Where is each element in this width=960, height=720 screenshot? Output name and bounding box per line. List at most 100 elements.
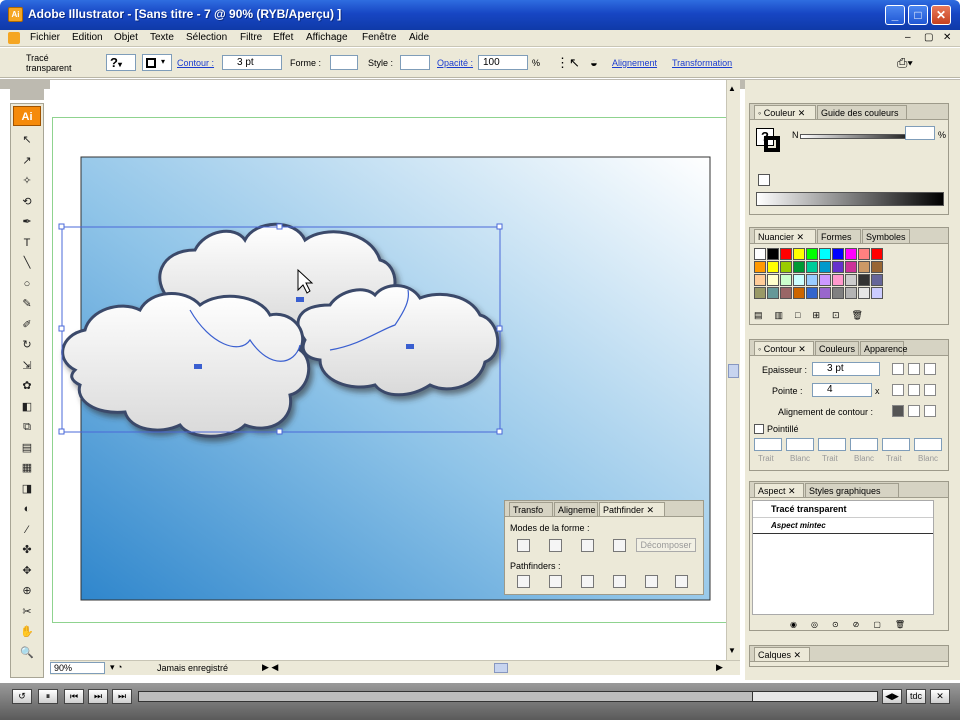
pointille-checkbox[interactable] xyxy=(754,424,764,434)
tab-nuancier[interactable]: Nuancier ✕ xyxy=(754,229,816,243)
next-button[interactable]: ⏭ xyxy=(88,689,108,704)
aspect-footer-icons[interactable]: ◉◎⊙⊘▢🗑 xyxy=(790,620,940,630)
warp-tool-icon[interactable]: ✿ xyxy=(20,379,34,393)
direct-selection-tool-icon[interactable]: ↗ xyxy=(20,154,34,168)
tab-alignement[interactable]: Aligneme xyxy=(554,502,598,516)
swatch[interactable] xyxy=(754,274,766,286)
close-button[interactable]: ✕ xyxy=(931,5,951,25)
dash-input[interactable] xyxy=(882,438,910,451)
minus-back-button[interactable] xyxy=(675,575,688,588)
tab-formes[interactable]: Formes xyxy=(817,229,861,243)
swatch[interactable] xyxy=(871,248,883,260)
tab-pathfinder[interactable]: Pathfinder ✕ xyxy=(599,502,665,516)
align-center-button[interactable] xyxy=(892,405,904,417)
ellipse-tool-icon[interactable]: ○ xyxy=(20,277,34,291)
paintbrush-tool-icon[interactable]: ✎ xyxy=(20,297,34,311)
swatch[interactable] xyxy=(780,261,792,273)
line-tool-icon[interactable]: ╲ xyxy=(20,256,34,270)
swatch[interactable] xyxy=(845,274,857,286)
swatch[interactable] xyxy=(806,274,818,286)
cap-square-button[interactable] xyxy=(924,363,936,375)
swatch[interactable] xyxy=(871,274,883,286)
panel-menu-icon[interactable]: ⎙▾ xyxy=(897,55,913,71)
tab-styles-graphiques[interactable]: Styles graphiques xyxy=(805,483,899,497)
magic-wand-tool-icon[interactable]: ✧ xyxy=(20,174,34,188)
swatch[interactable] xyxy=(819,261,831,273)
status-menu-icon[interactable]: ▶ ◀ xyxy=(262,662,278,673)
dash-input[interactable] xyxy=(818,438,846,451)
scroll-up-icon[interactable]: ▲ xyxy=(728,84,736,93)
swatch[interactable] xyxy=(754,261,766,273)
vertical-scroll-thumb[interactable] xyxy=(728,364,739,378)
swatch[interactable] xyxy=(845,261,857,273)
align-outside-button[interactable] xyxy=(924,405,936,417)
doc-restore-button[interactable]: ▢ xyxy=(924,32,933,43)
swatch[interactable] xyxy=(793,248,805,260)
align-inside-button[interactable] xyxy=(908,405,920,417)
blend-tool-icon[interactable]: ◐ xyxy=(20,502,34,516)
maximize-button[interactable]: □ xyxy=(908,5,928,25)
epaisseur-input[interactable]: 3 pt xyxy=(812,362,880,376)
merge-button[interactable] xyxy=(581,575,594,588)
crop-tool-icon[interactable]: ✥ xyxy=(20,564,34,578)
trim-button[interactable] xyxy=(549,575,562,588)
swatch[interactable] xyxy=(832,248,844,260)
swatch[interactable] xyxy=(832,274,844,286)
swatch[interactable] xyxy=(858,261,870,273)
swatch[interactable] xyxy=(858,248,870,260)
swatch[interactable] xyxy=(858,287,870,299)
swatch[interactable] xyxy=(767,274,779,286)
swatch[interactable] xyxy=(819,248,831,260)
pointe-input[interactable]: 4 xyxy=(812,383,872,397)
swatch[interactable] xyxy=(806,261,818,273)
tab-apparence[interactable]: Apparence xyxy=(860,341,908,355)
hand-tool-icon[interactable]: ✋ xyxy=(20,625,34,639)
end-button[interactable]: ⏭ xyxy=(112,689,132,704)
tab-couleur[interactable]: ◦ Couleur ✕ xyxy=(754,105,816,119)
swatch[interactable] xyxy=(819,287,831,299)
swatch[interactable] xyxy=(832,287,844,299)
tab-contour[interactable]: ◦ Contour ✕ xyxy=(754,341,814,355)
exclude-shape-button[interactable] xyxy=(613,539,626,552)
crop-button[interactable] xyxy=(613,575,626,588)
rotate-tool-icon[interactable]: ↻ xyxy=(20,338,34,352)
horizontal-scroll-thumb[interactable] xyxy=(494,663,508,673)
swatch[interactable] xyxy=(767,248,779,260)
pen-tool-icon[interactable]: ✒ xyxy=(20,215,34,229)
swatch[interactable] xyxy=(793,274,805,286)
scroll-right-icon[interactable]: ▶ xyxy=(716,662,723,673)
color-ramp[interactable] xyxy=(756,192,944,206)
minimize-button[interactable]: _ xyxy=(885,5,905,25)
nuancier-footer-icons[interactable]: ▤▥□⊞⊡🗑 xyxy=(754,310,944,322)
add-shape-button[interactable] xyxy=(517,539,530,552)
swatch[interactable] xyxy=(780,287,792,299)
live-paint-tool-icon[interactable]: ⁄ xyxy=(20,523,34,537)
swatch[interactable] xyxy=(767,287,779,299)
tab-calques[interactable]: Calques ✕ xyxy=(754,647,810,661)
mesh-tool-icon[interactable]: ▤ xyxy=(20,441,34,455)
swatch[interactable] xyxy=(780,248,792,260)
scissors-tool-icon[interactable]: ✂ xyxy=(20,605,34,619)
lasso-tool-icon[interactable]: ⟲ xyxy=(20,195,34,209)
pause-button[interactable]: ⏸ xyxy=(38,689,58,704)
swatch[interactable] xyxy=(832,261,844,273)
swatch[interactable] xyxy=(754,248,766,260)
cap-butt-button[interactable] xyxy=(892,363,904,375)
toolbox-header[interactable] xyxy=(10,82,44,100)
tab-symboles[interactable]: Symboles xyxy=(862,229,910,243)
zoom-tool-icon[interactable]: 🔍 xyxy=(20,646,34,660)
stroke-swatch[interactable] xyxy=(764,136,780,152)
gradient-tool-icon[interactable]: ▦ xyxy=(20,461,34,475)
join-bevel-button[interactable] xyxy=(924,384,936,396)
doc-minimize-button[interactable]: – xyxy=(905,32,911,43)
intersect-shape-button[interactable] xyxy=(581,539,594,552)
tab-guide-couleurs[interactable]: Guide des couleurs xyxy=(817,105,907,119)
cap-round-button[interactable] xyxy=(908,363,920,375)
join-round-button[interactable] xyxy=(908,384,920,396)
toc-button[interactable]: tdc xyxy=(906,689,926,704)
replay-button[interactable]: ↺ xyxy=(12,689,32,704)
eyedropper-tool-icon[interactable]: ◨ xyxy=(20,482,34,496)
player-close-button[interactable]: ✕ xyxy=(930,689,950,704)
tab-couleurs[interactable]: Couleurs xyxy=(815,341,859,355)
swatch[interactable] xyxy=(845,248,857,260)
